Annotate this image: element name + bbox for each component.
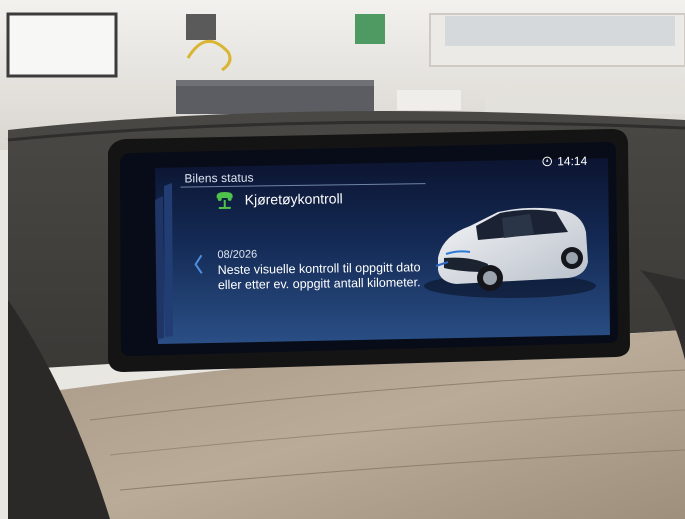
vehicle-check-heading: Kjøretøykontroll [213, 188, 343, 210]
vehicle-lift-icon [216, 191, 233, 210]
heading-label: Kjøretøykontroll [244, 190, 343, 208]
inspection-message: Neste visuelle kontroll til oppgitt dato… [217, 260, 421, 293]
compass-icon [542, 156, 552, 167]
status-bar-clock: 14:14 [542, 154, 587, 169]
infotainment-screen: Bilens status 14:14 Kjøretøykontroll 08/… [150, 144, 601, 338]
due-date: 08/2026 [217, 248, 258, 262]
photo-scene: Bilens status 14:14 Kjøretøykontroll 08/… [0, 0, 685, 519]
clock-time: 14:14 [557, 153, 588, 169]
section-title: Bilens status [184, 170, 254, 186]
chevron-left-icon[interactable] [193, 253, 203, 275]
